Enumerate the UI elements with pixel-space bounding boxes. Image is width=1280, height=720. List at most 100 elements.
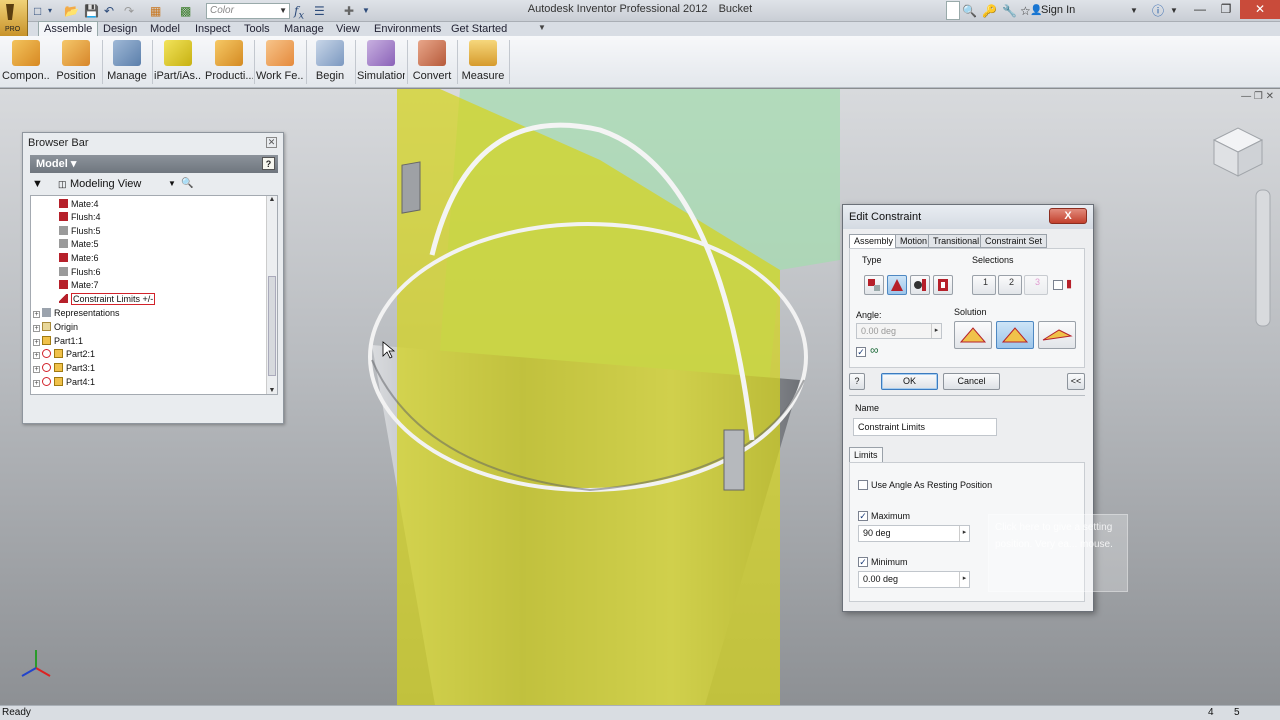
minimum-field[interactable]: 0.00 deg ▸ — [858, 571, 970, 588]
tab-assembly[interactable]: Assembly — [849, 234, 899, 249]
position-button[interactable]: Position — [53, 38, 99, 86]
tree-node-mate4[interactable]: Mate:4 — [59, 198, 99, 211]
tangent-type-button[interactable] — [910, 275, 930, 295]
work-features-button[interactable]: Work Fe... — [256, 38, 304, 86]
scroll-thumb[interactable] — [268, 276, 276, 376]
application-menu-button[interactable]: PRO — [0, 0, 28, 36]
undirected-angle-button[interactable] — [996, 321, 1034, 349]
tree-node-constraint-limits[interactable]: Constraint Limits +/- — [59, 293, 156, 306]
return-icon[interactable]: ▦ — [150, 3, 161, 19]
selection-2-button[interactable]: 2 — [998, 275, 1022, 295]
pick-part-first-checkbox[interactable] — [1053, 280, 1063, 290]
viewcube-icon[interactable] — [1212, 127, 1264, 177]
expand-icon[interactable]: + — [33, 380, 40, 387]
tree-node-origin[interactable]: + Origin — [33, 321, 78, 334]
ok-button[interactable]: OK — [881, 373, 938, 390]
open-icon[interactable]: 📂 — [64, 3, 79, 19]
tree-node-part4[interactable]: + Part4:1 — [33, 376, 95, 389]
tree-node-mate5[interactable]: Mate:5 — [59, 238, 99, 251]
search-field[interactable] — [946, 1, 960, 20]
filter-icon[interactable]: ▼ — [32, 175, 43, 193]
viewport-close-icon[interactable]: ✕ — [1266, 91, 1274, 102]
viewport-minimize-icon[interactable]: — — [1241, 91, 1251, 102]
tab-assemble[interactable]: Assemble — [38, 21, 99, 37]
maximum-checkbox[interactable]: ✓ — [858, 511, 868, 521]
directed-angle-button[interactable] — [954, 321, 992, 349]
tab-design[interactable]: Design — [98, 22, 142, 36]
expand-dialog-button[interactable]: << — [1067, 373, 1085, 390]
tree-node-part1[interactable]: + Part1:1 — [33, 335, 83, 348]
tree-node-mate6[interactable]: Mate:6 — [59, 252, 99, 265]
selection-1-button[interactable]: 1 — [972, 275, 996, 295]
maximum-spin-icon[interactable]: ▸ — [959, 526, 969, 541]
modeling-view-dropdown[interactable]: Modeling View — [70, 175, 141, 193]
tree-scrollbar[interactable]: ▲ ▼ — [266, 196, 277, 394]
tab-tools[interactable]: Tools — [239, 22, 275, 36]
manage-button[interactable]: Manage — [104, 38, 150, 86]
undo-icon[interactable]: ↶ — [104, 3, 114, 19]
close-window-button[interactable]: ✕ — [1240, 0, 1280, 19]
binoculars-icon[interactable]: 🔍 — [962, 3, 977, 19]
tree-node-flush4[interactable]: Flush:4 — [59, 211, 101, 224]
properties-icon[interactable]: ☰ — [314, 3, 325, 19]
tab-manage[interactable]: Manage — [279, 22, 329, 36]
sign-in-dropdown-icon[interactable]: ▼ — [1130, 3, 1138, 19]
tab-model[interactable]: Model — [145, 22, 185, 36]
communication-icon[interactable]: 🔧 — [1002, 3, 1017, 19]
expand-icon[interactable]: + — [33, 311, 40, 318]
ribbon-options-icon[interactable]: ▼ — [538, 23, 546, 32]
tree-node-flush6[interactable]: Flush:6 — [59, 266, 101, 279]
scroll-up-icon[interactable]: ▲ — [267, 196, 277, 203]
browser-close-button[interactable]: ✕ — [266, 137, 277, 148]
help-dropdown-icon[interactable]: ▼ — [1170, 3, 1178, 19]
tab-view[interactable]: View — [331, 22, 365, 36]
expand-icon[interactable]: + — [33, 325, 40, 332]
browser-help-button[interactable]: ? — [262, 157, 275, 170]
navigation-bar[interactable] — [1255, 189, 1271, 327]
view-dropdown-chevron-icon[interactable]: ▼ — [168, 175, 176, 193]
handle-bracket-left[interactable] — [401, 161, 421, 214]
expand-icon[interactable]: + — [33, 366, 40, 373]
tree-node-part3[interactable]: + Part3:1 — [33, 362, 95, 375]
tree-node-representations[interactable]: + Representations — [33, 307, 120, 320]
minimum-spin-icon[interactable]: ▸ — [959, 572, 969, 587]
selection-3-button[interactable]: 3 — [1024, 275, 1048, 295]
expand-icon[interactable]: + — [33, 352, 40, 359]
update-icon[interactable]: ▩ — [180, 3, 191, 19]
tree-node-flush5[interactable]: Flush:5 — [59, 225, 101, 238]
cancel-button[interactable]: Cancel — [943, 373, 1000, 390]
resting-position-checkbox[interactable] — [858, 480, 868, 490]
binoculars-icon[interactable]: 🔍 — [181, 175, 193, 193]
tab-limits[interactable]: Limits — [849, 447, 883, 463]
minimum-checkbox[interactable]: ✓ — [858, 557, 868, 567]
tab-motion[interactable]: Motion — [895, 234, 933, 248]
minimize-button[interactable]: — — [1186, 0, 1214, 19]
tab-inspect[interactable]: Inspect — [190, 22, 235, 36]
tab-environments[interactable]: Environments — [369, 22, 446, 36]
scroll-down-icon[interactable]: ▼ — [267, 387, 277, 394]
sign-in-link[interactable]: Sign In — [1041, 4, 1075, 16]
viewport-restore-icon[interactable]: ❐ — [1254, 91, 1263, 102]
customize-icon[interactable]: ▼ — [362, 3, 370, 19]
tab-transitional[interactable]: Transitional — [928, 234, 985, 248]
model-tree[interactable]: Mate:4 Flush:4 Flush:5 Mate:5 Mate:6 Flu… — [30, 195, 278, 395]
show-preview-checkbox[interactable]: ✓ — [856, 347, 866, 357]
tab-get-started[interactable]: Get Started — [446, 22, 512, 36]
subscription-icon[interactable]: 🔑 — [982, 3, 997, 19]
handle-bracket-right[interactable] — [723, 429, 745, 491]
simulation-button[interactable]: Simulation — [357, 38, 405, 86]
tree-node-mate7[interactable]: Mate:7 — [59, 279, 99, 292]
tab-constraint-set[interactable]: Constraint Set — [980, 234, 1048, 248]
measure-button[interactable]: Measure — [459, 38, 507, 86]
ipart-button[interactable]: iPart/iAs... — [154, 38, 202, 86]
color-combo[interactable]: Color ▼ — [206, 3, 290, 19]
maximize-button[interactable]: ❐ — [1212, 0, 1240, 19]
angle-spin-icon[interactable]: ▸ — [931, 324, 941, 338]
fx-icon[interactable]: fx — [294, 3, 304, 21]
explicit-reference-button[interactable] — [1038, 321, 1076, 349]
insert-type-button[interactable] — [933, 275, 953, 295]
help-icon[interactable]: ⓘ — [1152, 3, 1164, 19]
dialog-close-button[interactable]: X — [1049, 208, 1087, 224]
model-dropdown[interactable]: Model ▾ ? — [30, 155, 278, 173]
angle-field[interactable]: 0.00 deg ▸ — [856, 323, 942, 339]
